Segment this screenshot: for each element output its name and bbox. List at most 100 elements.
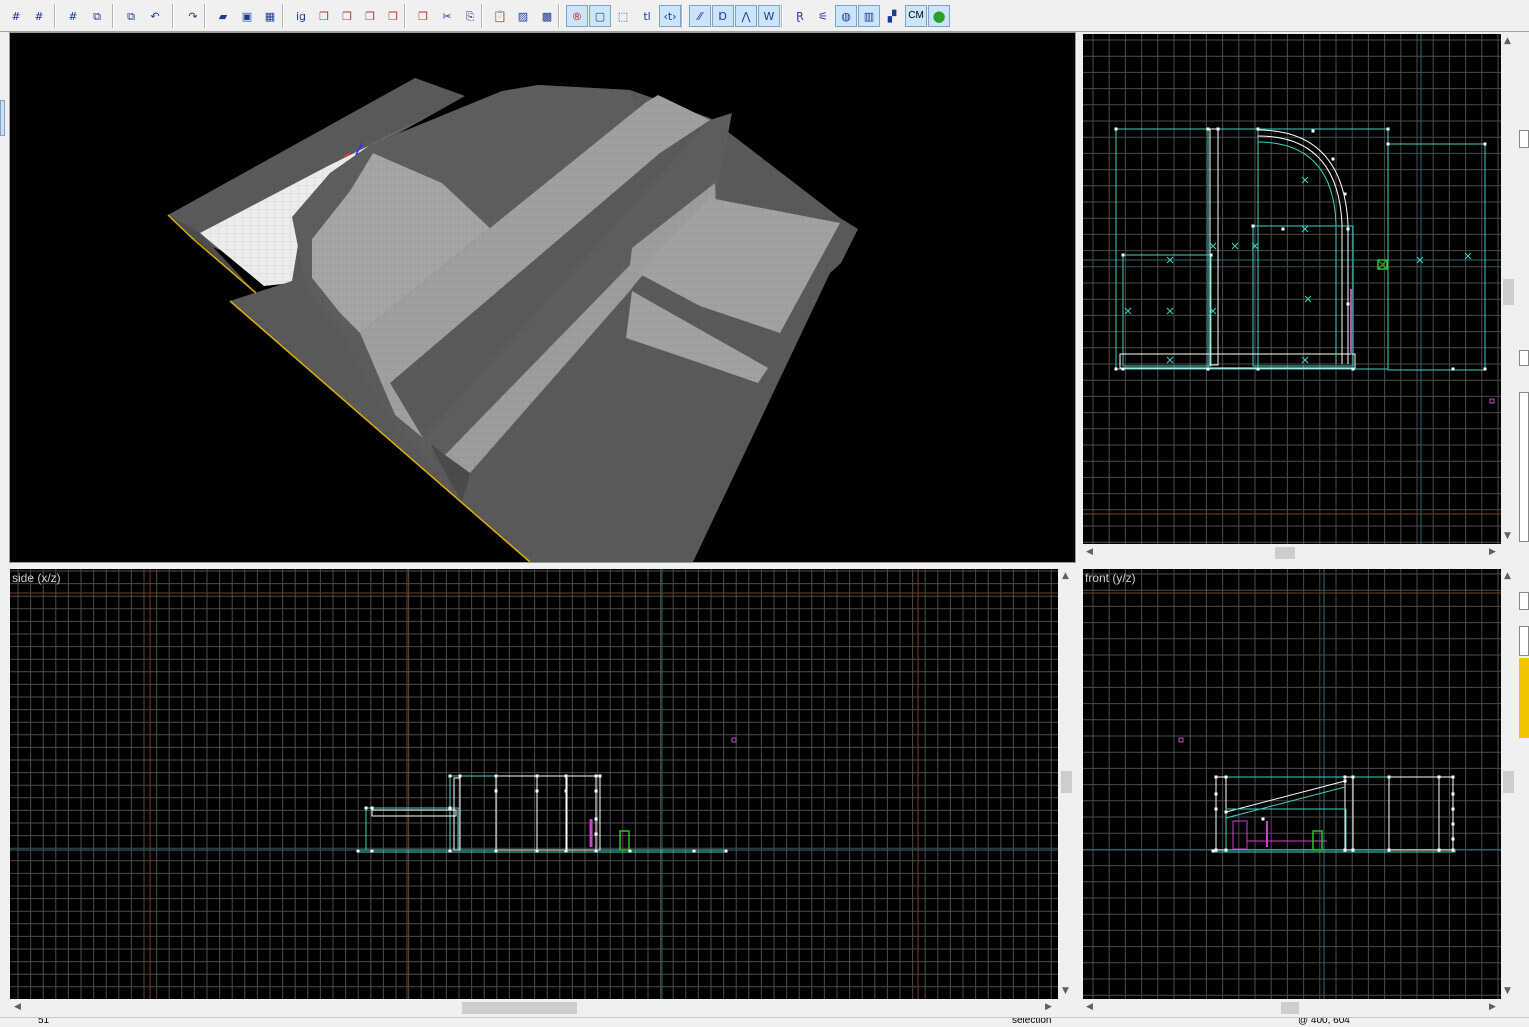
redo-button[interactable]: ↷ (182, 5, 204, 27)
panel-control-3[interactable] (1519, 392, 1529, 542)
vertex-handle (594, 789, 598, 793)
panel-control-5[interactable] (1519, 626, 1529, 656)
vertex-handle (692, 849, 696, 853)
grid-larger-button[interactable]: # (62, 5, 84, 27)
hollow-button[interactable]: ▣ (236, 5, 258, 27)
front-yz-view[interactable]: front (y/z) (1083, 569, 1501, 999)
scroll-down-icon[interactable]: ▼ (1504, 987, 1511, 996)
texture-lock-text-button[interactable]: tl (636, 5, 658, 27)
decal-button[interactable]: Ɽ (789, 5, 811, 27)
scroll-thumb[interactable] (1503, 279, 1514, 305)
entity-button-3[interactable]: ❒ (359, 5, 381, 27)
group-button[interactable]: ⧉ (86, 5, 108, 27)
scroll-right-icon[interactable]: ▶ (1489, 548, 1496, 557)
redo-icon: ↷ (188, 9, 198, 23)
panel-control-1[interactable] (1519, 130, 1529, 148)
vertex-handle (1251, 224, 1255, 228)
side-view-hscroll[interactable]: ◀ ▶ (10, 999, 1058, 1017)
scroll-down-icon[interactable]: ▼ (1062, 987, 1069, 996)
vertex-handle (1343, 775, 1347, 779)
scroll-up-icon[interactable]: ▲ (1504, 37, 1511, 46)
scroll-left-icon[interactable]: ◀ (1086, 548, 1093, 557)
vertex-handle (1224, 775, 1228, 779)
copy-button[interactable]: ⎘ (459, 5, 481, 27)
displacement-button[interactable]: ⚟ (812, 5, 834, 27)
panel-control-4[interactable] (1519, 592, 1529, 610)
overlay-button[interactable]: Ɒ (712, 5, 734, 27)
entity-button-5[interactable]: ❒ (412, 5, 434, 27)
top-view-hscroll[interactable]: ◀ ▶ (1083, 544, 1501, 562)
scroll-up-icon[interactable]: ▲ (1504, 572, 1511, 581)
side-xz-view[interactable]: side (x/z) (10, 569, 1058, 999)
grid-smaller-button[interactable]: # (28, 5, 50, 27)
selection-by-handle-button[interactable]: ⬚ (612, 5, 634, 27)
scroll-thumb[interactable] (462, 1002, 577, 1014)
undo-button[interactable]: ↶ (144, 5, 166, 27)
cordon-button[interactable]: CM (905, 5, 927, 27)
vertex-button[interactable]: ⁄⁄ (689, 5, 711, 27)
side-view-vscroll[interactable]: ▲ ▼ (1058, 569, 1075, 999)
carve-button[interactable]: ▰ (212, 5, 234, 27)
scroll-up-icon[interactable]: ▲ (1062, 572, 1069, 581)
texture-lock-button[interactable]: ▨ (512, 5, 534, 27)
sphere-button[interactable]: ◍ (835, 5, 857, 27)
ungroup-button[interactable]: ⧉ (120, 5, 142, 27)
vertex-handle (628, 849, 632, 853)
ignore-group-icon: ig (295, 9, 307, 23)
vertex-handle (564, 849, 568, 853)
selection-box-button[interactable]: ▢ (589, 5, 611, 27)
vertex-handle (1114, 127, 1118, 131)
grid-button[interactable]: # (5, 5, 27, 27)
texture-scale-lock-button[interactable]: ▩ (536, 5, 558, 27)
wireframe-button[interactable]: ▥ (858, 5, 880, 27)
entity-marker-magenta (1232, 820, 1248, 850)
vertex-handle (1387, 775, 1391, 779)
scroll-right-icon[interactable]: ▶ (1489, 1003, 1496, 1012)
panel-control-2[interactable] (1519, 350, 1529, 366)
scroll-left-icon[interactable]: ◀ (1086, 1003, 1093, 1012)
scroll-thumb[interactable] (1275, 547, 1295, 559)
camera-3d-view[interactable] (10, 33, 1075, 562)
scroll-thumb[interactable] (1281, 1002, 1299, 1014)
3d-grid-button[interactable]: ⋀ (735, 5, 757, 27)
radius-culling-button[interactable]: ® (566, 5, 588, 27)
left-panel-tab[interactable] (0, 100, 5, 136)
flat-shade-button[interactable]: ▞ (881, 5, 903, 27)
vertex-handle (1121, 253, 1125, 257)
vertex-handle (535, 789, 539, 793)
vertex-handle (1224, 848, 1228, 852)
brush-center-marker (1124, 307, 1132, 315)
vertex-handle (1451, 775, 1455, 779)
toolbar-separator (54, 4, 56, 28)
vertex-handle (1211, 849, 1215, 853)
entity-marker-magenta (1178, 737, 1184, 743)
scroll-down-icon[interactable]: ▼ (1504, 532, 1511, 541)
radius-culling-icon: ® (571, 9, 583, 23)
ignore-group-button[interactable]: ig (290, 5, 312, 27)
cut-button[interactable]: ✂ (436, 5, 458, 27)
entity-button-1[interactable]: ❒ (313, 5, 335, 27)
scroll-thumb[interactable] (1503, 771, 1514, 793)
scroll-thumb[interactable] (1061, 771, 1072, 793)
texture-align-button[interactable]: ‹t› (659, 5, 681, 27)
vertex-handle (1346, 227, 1350, 231)
scroll-left-icon[interactable]: ◀ (14, 1003, 21, 1012)
vertex-icon: ⁄⁄ (698, 9, 702, 23)
panel-color-swatch[interactable] (1519, 658, 1529, 738)
leaf-button[interactable]: ● (928, 5, 950, 27)
front-view-vscroll[interactable]: ▲ ▼ (1501, 569, 1516, 999)
front-view-hscroll[interactable]: ◀ ▶ (1083, 999, 1501, 1017)
vertex-handle (1343, 848, 1347, 852)
entity-button-2[interactable]: ❒ (336, 5, 358, 27)
top-view-vscroll[interactable]: ▲ ▼ (1501, 34, 1516, 544)
brush-outline-room (449, 775, 601, 851)
clip-button[interactable]: ▦ (259, 5, 281, 27)
selection-box-icon: ▢ (594, 9, 606, 23)
vertex-handle (1114, 367, 1118, 371)
scroll-right-icon[interactable]: ▶ (1045, 1003, 1052, 1012)
entity-button-4[interactable]: ❒ (382, 5, 404, 27)
clip-tool-button[interactable]: W (758, 5, 780, 27)
paste-button[interactable]: 📋 (489, 5, 511, 27)
status-middle-text: selection (1012, 1017, 1052, 1026)
top-xy-view[interactable] (1083, 34, 1501, 544)
